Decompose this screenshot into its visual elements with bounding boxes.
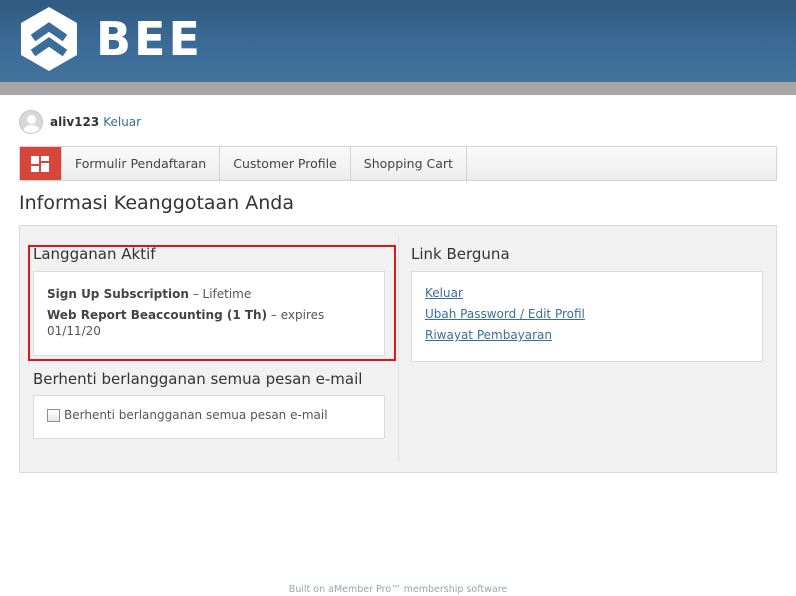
unsubscribe-checkbox[interactable]	[47, 408, 60, 422]
logout-link[interactable]: Keluar	[103, 115, 141, 129]
link-logout[interactable]: Keluar	[425, 286, 463, 300]
footer: Built on aMember Pro™ membership softwar…	[0, 584, 796, 595]
username: aliv123	[50, 115, 100, 129]
link-edit-profile[interactable]: Ubah Password / Edit Profil	[425, 307, 585, 321]
unsubscribe-title: Berhenti berlangganan semua pesan e-mail	[33, 370, 363, 388]
unsubscribe-row: Berhenti berlangganan semua pesan e-mail	[47, 408, 328, 422]
bee-logo-icon[interactable]	[17, 5, 81, 73]
footer-link[interactable]: aMember Pro™ membership software	[328, 584, 507, 595]
menu-item-signup-form[interactable]: Formulir Pendaftaran	[61, 147, 219, 180]
logo-text[interactable]: BEE	[96, 12, 203, 66]
link-payment-history[interactable]: Riwayat Pembayaran	[425, 328, 552, 342]
footer-prefix: Built on	[288, 584, 326, 595]
menu-item-customer-profile[interactable]: Customer Profile	[219, 147, 350, 180]
useful-links-title: Link Berguna	[411, 245, 510, 263]
avatar	[19, 110, 43, 134]
unsubscribe-label[interactable]: Berhenti berlangganan semua pesan e-mail	[64, 408, 328, 422]
site-header: BEE	[0, 0, 796, 82]
dashboard-home-button[interactable]	[20, 147, 61, 180]
column-divider	[398, 236, 399, 462]
dashboard-icon	[31, 156, 39, 164]
page-title: Informasi Keanggotaan Anda	[19, 192, 294, 214]
header-divider	[0, 82, 796, 95]
main-menu: Formulir Pendaftaran Customer Profile Sh…	[19, 146, 777, 181]
menu-item-shopping-cart[interactable]: Shopping Cart	[349, 147, 467, 180]
highlight-box	[28, 245, 396, 361]
user-bar: aliv123 Keluar	[19, 109, 141, 135]
